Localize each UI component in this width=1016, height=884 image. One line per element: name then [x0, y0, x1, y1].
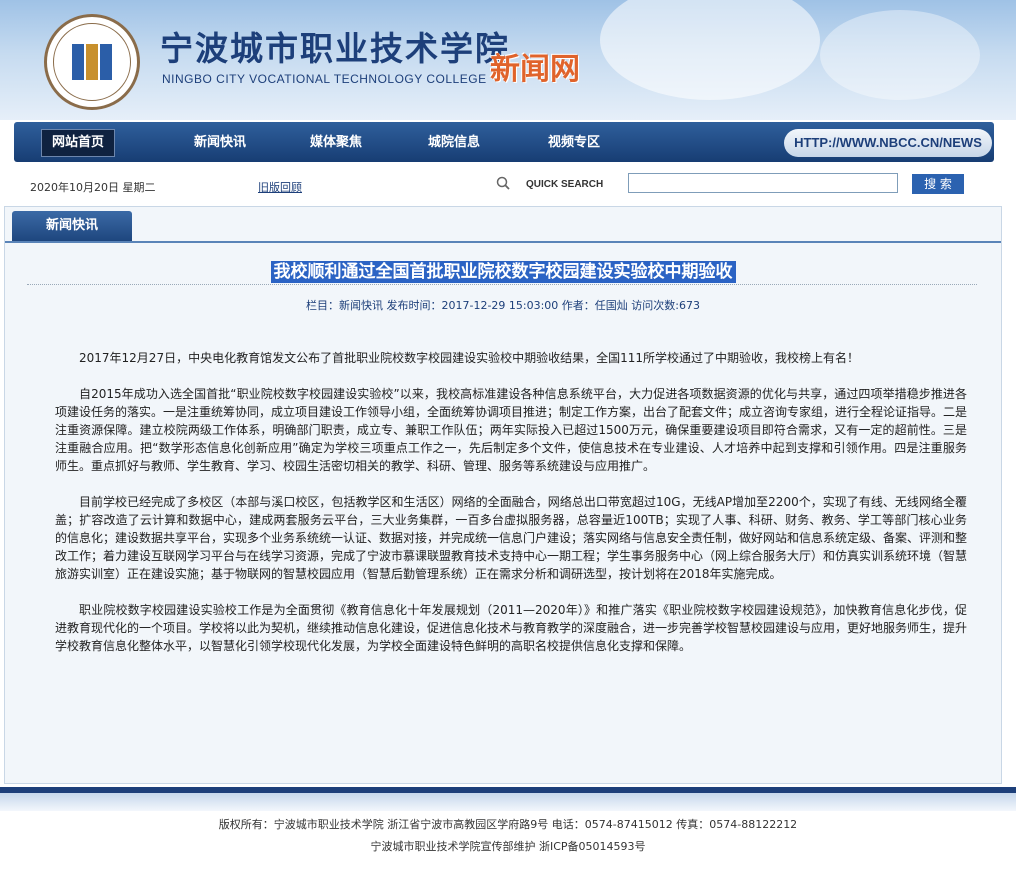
content-panel: 新闻快讯 我校顺利通过全国首批职业院校数字校园建设实验校中期验收 栏目：新闻快讯…	[4, 206, 1002, 784]
nav-item-campus-info[interactable]: 城院信息	[424, 130, 484, 156]
footer-icp: 宁波城市职业技术学院宣传部维护 浙ICP备05014593号	[370, 840, 646, 853]
nav-item-video[interactable]: 视频专区	[544, 130, 604, 156]
tab-news[interactable]: 新闻快讯	[12, 211, 132, 241]
footer-band	[0, 793, 1016, 811]
site-title-en: NINGBO CITY VOCATIONAL TECHNOLOGY COLLEG…	[162, 72, 487, 86]
header-glow	[820, 10, 980, 100]
article-paragraph: 自2015年成功入选全国首批“职业院校数字校园建设实验校”以来，我校高标准建设各…	[55, 387, 968, 473]
main-nav: 网站首页 新闻快讯 媒体聚焦 城院信息 视频专区 HTTP://WWW.NBCC…	[14, 122, 994, 162]
logo-mark	[72, 44, 112, 80]
nav-item-news[interactable]: 新闻快讯	[190, 130, 250, 156]
footer-copyright: 版权所有：宁波城市职业技术学院 浙江省宁波市高教园区学府路9号 电话：0574-…	[218, 818, 798, 831]
panel-tabbar: 新闻快讯	[5, 207, 1001, 243]
nav-item-media[interactable]: 媒体聚焦	[306, 130, 366, 156]
article-paragraph: 职业院校数字校园建设实验校工作是为全面贯彻《教育信息化十年发展规划（2011—2…	[55, 603, 968, 653]
quick-search-label: QUICK SEARCH	[526, 179, 604, 190]
article-paragraph: 目前学校已经完成了多校区（本部与溪口校区，包括教学区和生活区）网络的全面融合，网…	[55, 495, 968, 581]
toolbar: 2020年10月20日 星期二 旧版回顾 QUICK SEARCH 搜 索	[0, 168, 1016, 202]
subsite-title: 新闻网	[490, 52, 580, 87]
title-divider	[27, 284, 977, 285]
article-body: 2017年12月27日，中央电化教育馆发文公布了首批职业院校数字校园建设实验校中…	[55, 349, 967, 673]
nav-item-home[interactable]: 网站首页	[41, 129, 116, 157]
article-paragraph: 2017年12月27日，中央电化教育馆发文公布了首批职业院校数字校园建设实验校中…	[79, 351, 859, 365]
old-version-link[interactable]: 旧版回顾	[258, 179, 302, 195]
current-date: 2020年10月20日 星期二	[30, 181, 156, 194]
site-header: 宁波城市职业技术学院 NINGBO CITY VOCATIONAL TECHNO…	[0, 0, 1016, 120]
site-title: 宁波城市职业技术学院	[160, 29, 510, 68]
site-url-badge[interactable]: HTTP://WWW.NBCC.CN/NEWS	[784, 129, 992, 157]
article-title: 我校顺利通过全国首批职业院校数字校园建设实验校中期验收	[270, 261, 736, 283]
college-logo[interactable]	[44, 14, 140, 110]
search-button[interactable]: 搜 索	[912, 174, 964, 194]
search-input[interactable]	[628, 173, 898, 193]
search-icon	[496, 176, 510, 190]
header-glow	[600, 0, 820, 100]
article-title-wrap: 我校顺利通过全国首批职业院校数字校园建设实验校中期验收	[5, 257, 1001, 283]
article-meta: 栏目：新闻快讯 发布时间：2017-12-29 15:03:00 作者：任国灿 …	[305, 299, 701, 312]
